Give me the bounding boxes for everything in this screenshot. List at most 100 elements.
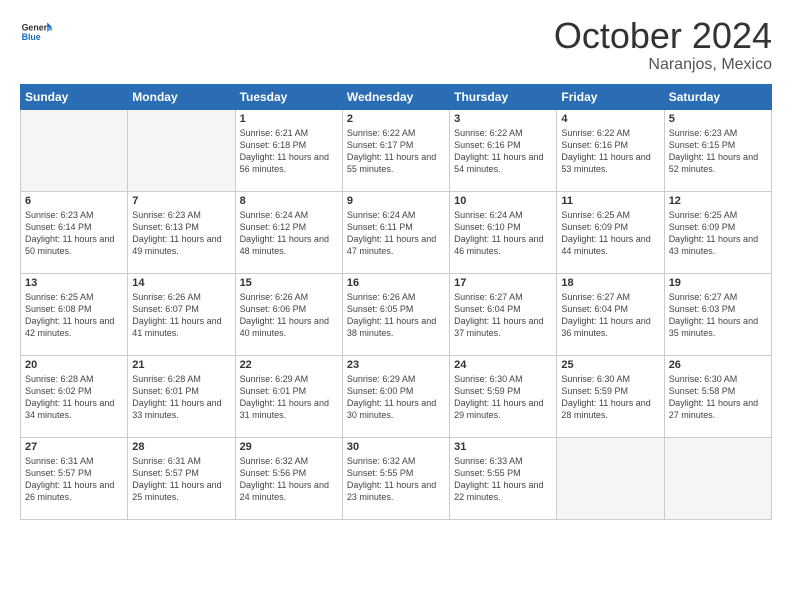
cell-info: Sunrise: 6:29 AM Sunset: 6:00 PM Dayligh… (347, 373, 445, 422)
header: General Blue October 2024 Naranjos, Mexi… (20, 16, 772, 74)
calendar-week-5: 27Sunrise: 6:31 AM Sunset: 5:57 PM Dayli… (21, 437, 772, 519)
calendar-table: SundayMondayTuesdayWednesdayThursdayFrid… (20, 84, 772, 520)
col-header-tuesday: Tuesday (235, 84, 342, 109)
cell-info: Sunrise: 6:26 AM Sunset: 6:06 PM Dayligh… (240, 291, 338, 340)
day-number: 25 (561, 359, 659, 371)
day-number: 14 (132, 277, 230, 289)
cell-info: Sunrise: 6:28 AM Sunset: 6:02 PM Dayligh… (25, 373, 123, 422)
logo: General Blue (20, 16, 52, 48)
day-number: 28 (132, 441, 230, 453)
day-number: 18 (561, 277, 659, 289)
calendar-cell: 2 Sunrise: 6:22 AM Sunset: 6:17 PM Daylig… (342, 109, 449, 191)
calendar-cell: 29Sunrise: 6:32 AM Sunset: 5:56 PM Dayli… (235, 437, 342, 519)
cell-info: Sunrise: 6:23 AM Sunset: 6:15 PM Dayligh… (669, 127, 767, 176)
day-number: 15 (240, 277, 338, 289)
calendar-cell: 22 Sunrise: 6:29 AM Sunset: 6:01 PM Dayli… (235, 355, 342, 437)
cell-info: Sunrise: 6:28 AM Sunset: 6:01 PM Dayligh… (132, 373, 230, 422)
cell-info: Sunrise: 6:25 AM Sunset: 6:08 PM Dayligh… (25, 291, 123, 340)
svg-text:Blue: Blue (22, 32, 41, 42)
calendar-week-4: 20 Sunrise: 6:28 AM Sunset: 6:02 PM Dayli… (21, 355, 772, 437)
day-number: 5 (669, 113, 767, 125)
calendar-cell: 6Sunrise: 6:23 AM Sunset: 6:14 PM Daylig… (21, 191, 128, 273)
day-number: 11 (561, 195, 659, 207)
calendar-cell: 8Sunrise: 6:24 AM Sunset: 6:12 PM Daylig… (235, 191, 342, 273)
calendar-cell: 18 Sunrise: 6:27 AM Sunset: 6:04 PM Dayli… (557, 273, 664, 355)
calendar-cell: 15 Sunrise: 6:26 AM Sunset: 6:06 PM Dayli… (235, 273, 342, 355)
day-number: 22 (240, 359, 338, 371)
cell-info: Sunrise: 6:33 AM Sunset: 5:55 PM Dayligh… (454, 455, 552, 504)
calendar-week-3: 13 Sunrise: 6:25 AM Sunset: 6:08 PM Dayli… (21, 273, 772, 355)
cell-info: Sunrise: 6:27 AM Sunset: 6:03 PM Dayligh… (669, 291, 767, 340)
calendar-header-row: SundayMondayTuesdayWednesdayThursdayFrid… (21, 84, 772, 109)
calendar-cell: 5 Sunrise: 6:23 AM Sunset: 6:15 PM Daylig… (664, 109, 771, 191)
col-header-thursday: Thursday (450, 84, 557, 109)
cell-info: Sunrise: 6:30 AM Sunset: 5:58 PM Dayligh… (669, 373, 767, 422)
day-number: 13 (25, 277, 123, 289)
calendar-cell: 3Sunrise: 6:22 AM Sunset: 6:16 PM Daylig… (450, 109, 557, 191)
calendar-cell: 10 Sunrise: 6:24 AM Sunset: 6:10 PM Dayli… (450, 191, 557, 273)
col-header-monday: Monday (128, 84, 235, 109)
day-number: 7 (132, 195, 230, 207)
calendar-cell (557, 437, 664, 519)
calendar-week-1: 1 Sunrise: 6:21 AM Sunset: 6:18 PM Daylig… (21, 109, 772, 191)
calendar-cell: 31 Sunrise: 6:33 AM Sunset: 5:55 PM Dayli… (450, 437, 557, 519)
cell-info: Sunrise: 6:21 AM Sunset: 6:18 PM Dayligh… (240, 127, 338, 176)
day-number: 20 (25, 359, 123, 371)
day-number: 29 (240, 441, 338, 453)
calendar-cell: 11 Sunrise: 6:25 AM Sunset: 6:09 PM Dayli… (557, 191, 664, 273)
col-header-wednesday: Wednesday (342, 84, 449, 109)
page: General Blue October 2024 Naranjos, Mexi… (0, 0, 792, 612)
cell-info: Sunrise: 6:25 AM Sunset: 6:09 PM Dayligh… (561, 209, 659, 258)
calendar-cell: 17 Sunrise: 6:27 AM Sunset: 6:04 PM Dayli… (450, 273, 557, 355)
calendar-cell (664, 437, 771, 519)
cell-info: Sunrise: 6:22 AM Sunset: 6:17 PM Dayligh… (347, 127, 445, 176)
cell-info: Sunrise: 6:26 AM Sunset: 6:05 PM Dayligh… (347, 291, 445, 340)
calendar-cell: 24Sunrise: 6:30 AM Sunset: 5:59 PM Dayli… (450, 355, 557, 437)
day-number: 4 (561, 113, 659, 125)
calendar-cell: 25Sunrise: 6:30 AM Sunset: 5:59 PM Dayli… (557, 355, 664, 437)
day-number: 23 (347, 359, 445, 371)
calendar-cell: 1 Sunrise: 6:21 AM Sunset: 6:18 PM Daylig… (235, 109, 342, 191)
day-number: 26 (669, 359, 767, 371)
calendar-cell: 28Sunrise: 6:31 AM Sunset: 5:57 PM Dayli… (128, 437, 235, 519)
cell-info: Sunrise: 6:26 AM Sunset: 6:07 PM Dayligh… (132, 291, 230, 340)
day-number: 6 (25, 195, 123, 207)
col-header-friday: Friday (557, 84, 664, 109)
day-number: 10 (454, 195, 552, 207)
calendar-cell: 14 Sunrise: 6:26 AM Sunset: 6:07 PM Dayli… (128, 273, 235, 355)
calendar-cell: 19 Sunrise: 6:27 AM Sunset: 6:03 PM Dayli… (664, 273, 771, 355)
cell-info: Sunrise: 6:24 AM Sunset: 6:10 PM Dayligh… (454, 209, 552, 258)
day-number: 2 (347, 113, 445, 125)
logo-icon: General Blue (20, 16, 52, 48)
title-block: October 2024 Naranjos, Mexico (554, 16, 772, 74)
calendar-cell: 13 Sunrise: 6:25 AM Sunset: 6:08 PM Dayli… (21, 273, 128, 355)
calendar-cell: 12Sunrise: 6:25 AM Sunset: 6:09 PM Dayli… (664, 191, 771, 273)
calendar-cell: 20 Sunrise: 6:28 AM Sunset: 6:02 PM Dayli… (21, 355, 128, 437)
calendar-cell: 30Sunrise: 6:32 AM Sunset: 5:55 PM Dayli… (342, 437, 449, 519)
cell-info: Sunrise: 6:27 AM Sunset: 6:04 PM Dayligh… (561, 291, 659, 340)
calendar-cell: 4Sunrise: 6:22 AM Sunset: 6:16 PM Daylig… (557, 109, 664, 191)
cell-info: Sunrise: 6:24 AM Sunset: 6:11 PM Dayligh… (347, 209, 445, 258)
cell-info: Sunrise: 6:23 AM Sunset: 6:13 PM Dayligh… (132, 209, 230, 258)
calendar-cell: 23 Sunrise: 6:29 AM Sunset: 6:00 PM Dayli… (342, 355, 449, 437)
cell-info: Sunrise: 6:24 AM Sunset: 6:12 PM Dayligh… (240, 209, 338, 258)
cell-info: Sunrise: 6:29 AM Sunset: 6:01 PM Dayligh… (240, 373, 338, 422)
calendar-cell: 27Sunrise: 6:31 AM Sunset: 5:57 PM Dayli… (21, 437, 128, 519)
calendar-cell: 7 Sunrise: 6:23 AM Sunset: 6:13 PM Daylig… (128, 191, 235, 273)
day-number: 3 (454, 113, 552, 125)
calendar-week-2: 6Sunrise: 6:23 AM Sunset: 6:14 PM Daylig… (21, 191, 772, 273)
day-number: 19 (669, 277, 767, 289)
cell-info: Sunrise: 6:27 AM Sunset: 6:04 PM Dayligh… (454, 291, 552, 340)
day-number: 24 (454, 359, 552, 371)
day-number: 1 (240, 113, 338, 125)
day-number: 30 (347, 441, 445, 453)
col-header-sunday: Sunday (21, 84, 128, 109)
calendar-cell: 16Sunrise: 6:26 AM Sunset: 6:05 PM Dayli… (342, 273, 449, 355)
calendar-cell: 21Sunrise: 6:28 AM Sunset: 6:01 PM Dayli… (128, 355, 235, 437)
calendar-cell (21, 109, 128, 191)
location: Naranjos, Mexico (554, 56, 772, 74)
day-number: 17 (454, 277, 552, 289)
day-number: 31 (454, 441, 552, 453)
cell-info: Sunrise: 6:31 AM Sunset: 5:57 PM Dayligh… (25, 455, 123, 504)
month-title: October 2024 (554, 16, 772, 56)
